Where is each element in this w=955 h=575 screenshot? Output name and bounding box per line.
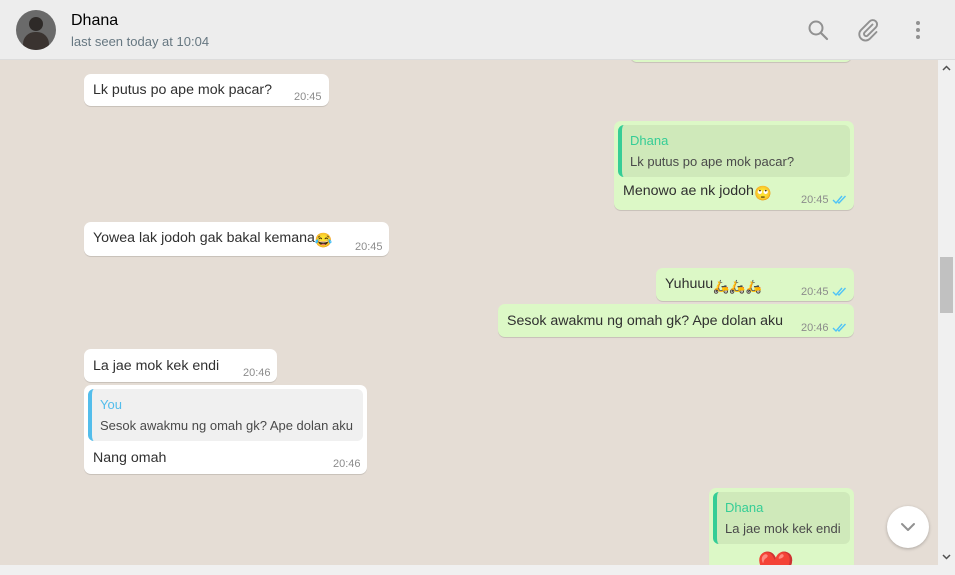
message-text: Nang omah: [93, 450, 167, 466]
message-text: Lk putus po ape mok pacar?: [93, 82, 273, 98]
quoted-message[interactable]: Dhana Lk putus po ape mok pacar?: [618, 125, 850, 177]
message-time: 20:45: [801, 286, 829, 298]
contact-name[interactable]: Dhana: [71, 12, 118, 30]
paperclip-icon[interactable]: [856, 18, 880, 42]
message-bubble-incoming[interactable]: Yowea lak jodoh gak bakal kemana😂 20:45: [84, 222, 389, 256]
chat-area[interactable]: Lk putus po ape mok pacar? 20:45 Dhana L…: [0, 60, 938, 565]
message-time: 20:45: [294, 91, 322, 103]
message-bubble-outgoing[interactable]: Dhana La jae mok kek endi ❤️: [709, 488, 854, 565]
vertical-scrollbar[interactable]: [938, 60, 955, 565]
message-time: 20:46: [333, 458, 361, 470]
message-bubble-incoming[interactable]: La jae mok kek endi 20:46: [84, 349, 277, 382]
read-ticks-icon: [832, 323, 847, 333]
avatar-head: [29, 17, 43, 31]
chat-header: Dhana last seen today at 10:04: [0, 0, 955, 60]
quoted-text: La jae mok kek endi: [725, 521, 841, 536]
scroll-up-arrow-icon[interactable]: [938, 60, 955, 77]
quoted-sender: Dhana: [725, 500, 764, 515]
message-text: Menowo ae nk jodoh🙄: [623, 183, 772, 202]
read-ticks-icon: [832, 287, 847, 297]
message-bubble-partial[interactable]: [630, 60, 852, 62]
message-bubble-incoming[interactable]: You Sesok awakmu ng omah gk? Ape dolan a…: [84, 385, 367, 474]
message-text: Yowea lak jodoh gak bakal kemana😂: [93, 230, 333, 249]
message-text-content: Yuhuuu: [665, 276, 714, 292]
message-text-content: Menowo ae nk jodoh: [623, 183, 754, 199]
contact-status: last seen today at 10:04: [71, 34, 210, 49]
message-text: La jae mok kek endi: [93, 358, 220, 374]
scroll-down-arrow-icon[interactable]: [938, 548, 955, 565]
scooter-emoji-icon: 🛵🛵🛵: [713, 279, 762, 294]
quoted-sender: Dhana: [630, 133, 669, 148]
bottom-bar: [0, 565, 955, 575]
search-icon[interactable]: [806, 18, 830, 42]
message-time: 20:45: [355, 241, 383, 253]
scrollbar-thumb[interactable]: [940, 257, 953, 313]
chevron-down-icon: [901, 523, 915, 531]
message-time: 20:45: [801, 194, 829, 206]
message-text-content: Yowea lak jodoh gak bakal kemana: [93, 230, 315, 246]
message-bubble-outgoing[interactable]: Dhana Lk putus po ape mok pacar? Menowo …: [614, 121, 854, 210]
quoted-sender: You: [100, 397, 122, 412]
contact-avatar[interactable]: [16, 10, 56, 50]
message-text: Yuhuuu🛵🛵🛵: [665, 276, 762, 295]
quoted-message[interactable]: You Sesok awakmu ng omah gk? Ape dolan a…: [88, 389, 363, 441]
read-ticks-icon: [832, 195, 847, 205]
laughing-emoji-icon: 😂: [314, 233, 333, 249]
quoted-text: Lk putus po ape mok pacar?: [630, 154, 795, 169]
eye-roll-emoji-icon: 🙄: [753, 186, 772, 202]
message-time: 20:46: [801, 322, 829, 334]
message-bubble-outgoing[interactable]: Yuhuuu🛵🛵🛵 20:45: [656, 268, 854, 301]
message-bubble-outgoing[interactable]: Sesok awakmu ng omah gk? Ape dolan aku 2…: [498, 304, 854, 337]
quoted-text: Sesok awakmu ng omah gk? Ape dolan aku: [100, 418, 353, 433]
quoted-message[interactable]: Dhana La jae mok kek endi: [713, 492, 850, 544]
message-bubble-incoming[interactable]: Lk putus po ape mok pacar? 20:45: [84, 74, 329, 106]
message-time: 20:46: [243, 367, 271, 379]
message-text: Sesok awakmu ng omah gk? Ape dolan aku: [507, 313, 784, 329]
scroll-down-button[interactable]: [887, 506, 929, 548]
avatar-body: [23, 32, 49, 50]
kebab-menu-icon[interactable]: [906, 18, 930, 42]
heart-emoji-icon: ❤️: [757, 550, 794, 565]
